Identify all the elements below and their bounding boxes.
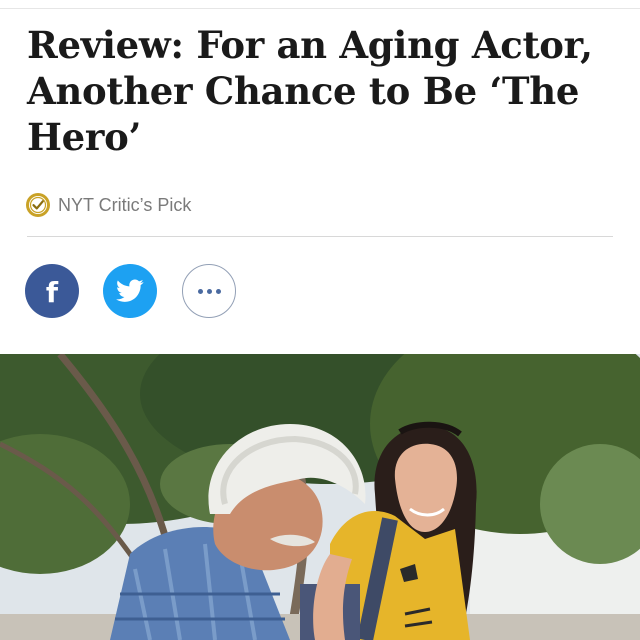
headline: Review: For an Aging Actor, Another Chan… (27, 23, 593, 159)
twitter-icon (116, 279, 144, 302)
top-divider (0, 8, 640, 9)
facebook-share-button[interactable]: f (25, 264, 79, 318)
critics-pick-label: NYT Critic’s Pick (58, 194, 192, 215)
twitter-share-button[interactable] (103, 264, 157, 318)
article-hero-photo (0, 354, 640, 640)
critics-pick-badge: NYT Critic’s Pick (25, 191, 191, 219)
critics-pick-icon (26, 193, 50, 217)
section-divider (27, 236, 613, 237)
facebook-icon: f (45, 276, 59, 309)
more-icon (197, 288, 221, 294)
more-share-button[interactable] (182, 264, 236, 318)
